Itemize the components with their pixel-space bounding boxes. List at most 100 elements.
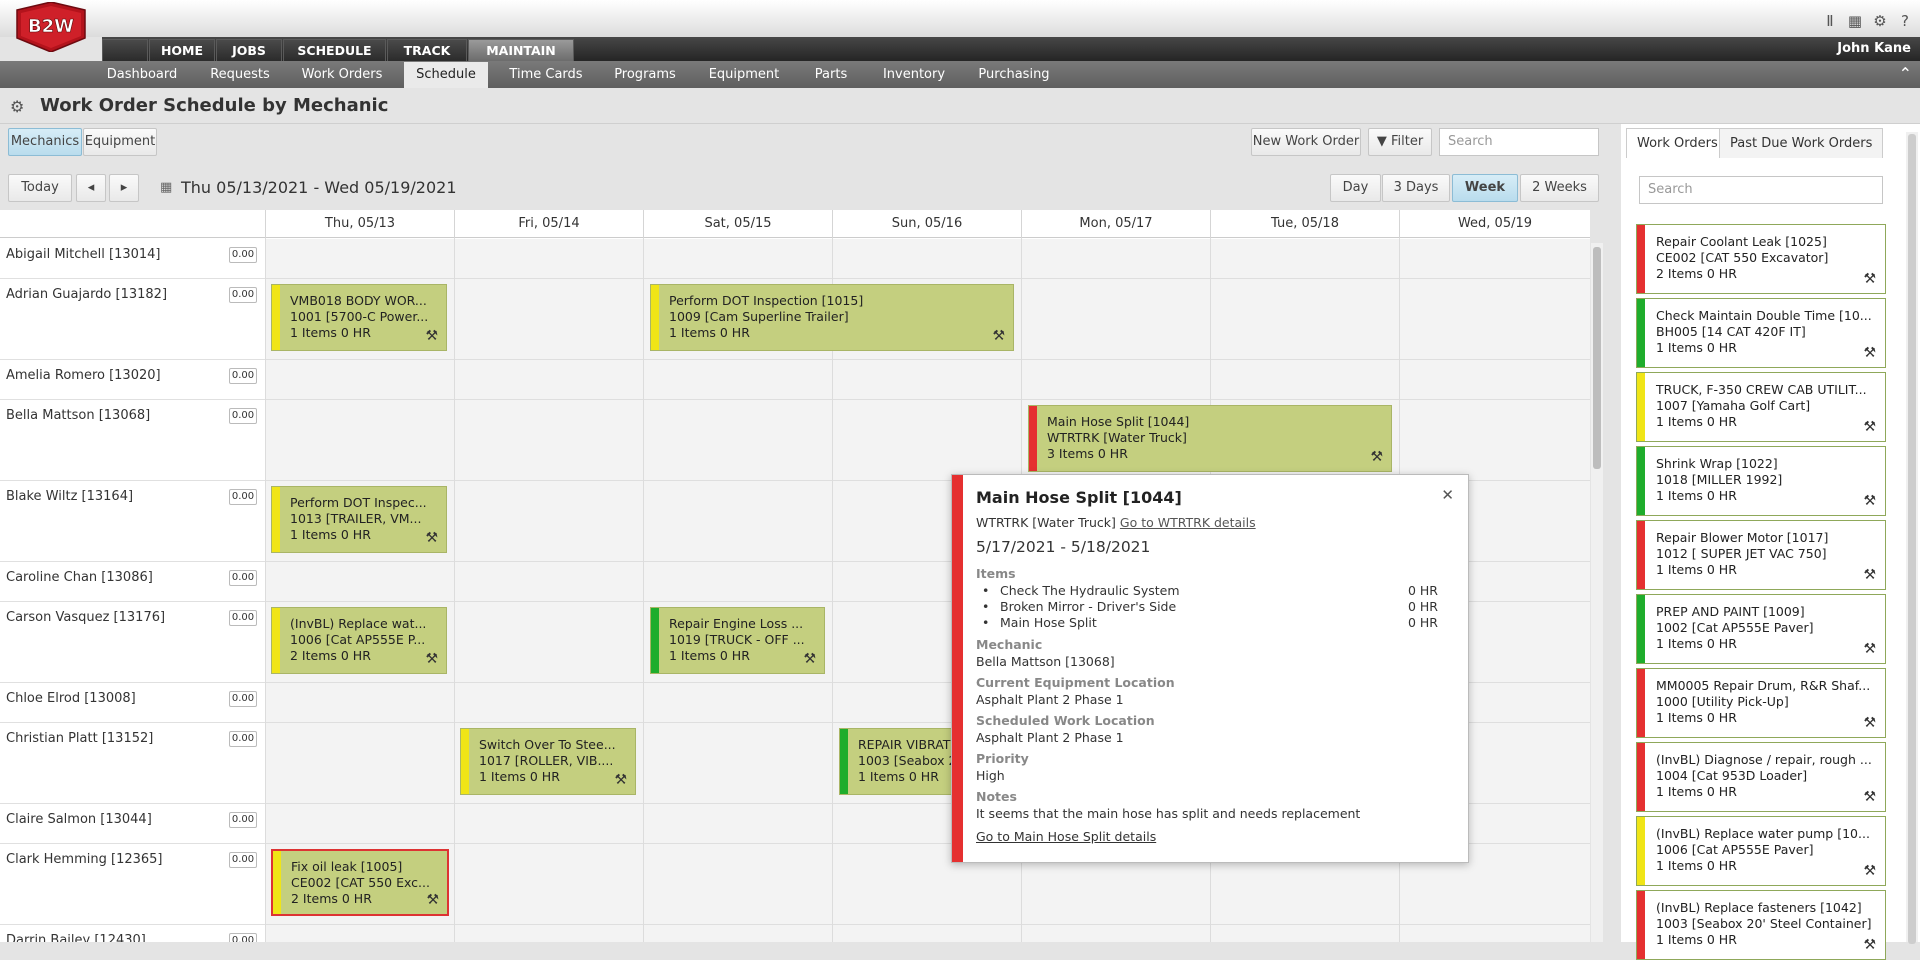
work-order-card[interactable]: Perform DOT Inspec... 1013 [TRAILER, VM..… [271, 486, 447, 553]
list-item[interactable]: Repair Coolant Leak [1025] CE002 [CAT 550… [1636, 224, 1886, 294]
mechanic-row[interactable]: Abigail Mitchell [13014] 0.00 [0, 239, 265, 279]
list-item[interactable]: TRUCK, F-350 CREW CAB UTILIT... 1007 [Yam… [1636, 372, 1886, 442]
hours-badge: 0.00 [229, 933, 257, 942]
list-item[interactable]: Repair Blower Motor [1017] 1012 [ SUPER J… [1636, 520, 1886, 590]
filter-button[interactable]: ▼ Filter [1368, 128, 1432, 156]
subnav-dashboard[interactable]: Dashboard [101, 62, 183, 88]
report-chart-icon[interactable]: ▦ [1847, 13, 1863, 29]
work-order-details-link[interactable]: Go to Main Hose Split details [976, 829, 1448, 844]
equipment-details-link[interactable]: Go to WTRTRK details [1120, 515, 1256, 530]
grid-scrollbar[interactable] [1591, 243, 1603, 942]
list-item[interactable]: (InvBL) Replace fasteners [1042] 1003 [Se… [1636, 890, 1886, 960]
panel-search-input[interactable]: Search [1639, 176, 1883, 204]
list-item[interactable]: MM0005 Repair Drum, R&R Shaf... 1000 [Uti… [1636, 668, 1886, 738]
tab-work-orders[interactable]: Work Orders [1626, 128, 1729, 158]
card-title: Perform DOT Inspection [1015] [669, 293, 864, 308]
nav-schedule[interactable]: SCHEDULE [283, 39, 386, 61]
list-item[interactable]: (InvBL) Diagnose / repair, rough ... 1004… [1636, 742, 1886, 812]
subnav-equipment[interactable]: Equipment [701, 62, 787, 88]
mechanics-toggle[interactable]: Mechanics [8, 128, 82, 156]
view-week-button[interactable]: Week [1452, 174, 1518, 202]
scrollbar-thumb[interactable] [1908, 134, 1916, 944]
priority-bar [952, 475, 963, 862]
date-range: Thu 05/13/2021 - Wed 05/19/2021 [181, 178, 457, 197]
subnav-requests[interactable]: Requests [199, 62, 281, 88]
list-item[interactable]: Check Maintain Double Time [10... BH005 [… [1636, 298, 1886, 368]
row-cells[interactable] [265, 239, 1590, 279]
subnav-schedule[interactable]: Schedule [404, 62, 488, 88]
top-bar: B2W Ⅱ ▦ ⚙ ? [0, 0, 1920, 52]
mechanic-row[interactable]: Darrin Bailey [12430] 0.00 [0, 925, 265, 942]
work-order-card[interactable]: Fix oil leak [1005] CE002 [CAT 550 Exc...… [271, 849, 449, 916]
nav-maintain[interactable]: MAINTAIN [468, 39, 574, 61]
view-day-button[interactable]: Day [1330, 174, 1381, 202]
notes-label: Notes [976, 789, 1017, 804]
wrench-icon: ⚒ [425, 328, 438, 344]
new-work-order-button[interactable]: New Work Order [1251, 128, 1361, 156]
mechanic-row[interactable]: Clark Hemming [12365] 0.00 [0, 844, 265, 925]
nav-home[interactable]: HOME [149, 39, 215, 61]
subnav-time-cards[interactable]: Time Cards [503, 62, 589, 88]
library-icon[interactable]: Ⅱ [1822, 13, 1838, 29]
search-input[interactable]: Search [1439, 128, 1599, 156]
priority-bar [1637, 225, 1645, 293]
hours-badge: 0.00 [229, 731, 257, 747]
mechanic-row[interactable]: Caroline Chan [13086] 0.00 [0, 562, 265, 602]
subnav-purchasing[interactable]: Purchasing [969, 62, 1059, 88]
list-item[interactable]: (InvBL) Replace water pump [10... 1006 [C… [1636, 816, 1886, 886]
mechanic-row[interactable]: Bella Mattson [13068] 0.00 [0, 400, 265, 481]
row-cells[interactable] [265, 360, 1590, 400]
tab-past-due[interactable]: Past Due Work Orders [1719, 128, 1884, 158]
priority-bar [1637, 521, 1645, 589]
wrench-icon: ⚒ [425, 530, 438, 546]
work-order-card[interactable]: Main Hose Split [1044] WTRTRK [Water Truc… [1028, 405, 1392, 472]
mechanic-row[interactable]: Claire Salmon [13044] 0.00 [0, 804, 265, 844]
card-title: (InvBL) Replace fasteners [1042] [1656, 900, 1862, 915]
scrollbar-thumb[interactable] [1593, 247, 1601, 469]
mechanic-row[interactable]: Amelia Romero [13020] 0.00 [0, 360, 265, 400]
help-icon[interactable]: ? [1897, 13, 1913, 29]
card-title: Repair Blower Motor [1017] [1656, 530, 1829, 545]
subnav-work-orders[interactable]: Work Orders [296, 62, 388, 88]
today-button[interactable]: Today [8, 174, 72, 202]
work-order-card[interactable]: Repair Engine Loss ... 1019 [TRUCK - OFF … [650, 607, 825, 674]
work-order-card[interactable]: Switch Over To Stee... 1017 [ROLLER, VIB.… [460, 728, 636, 795]
card-items: 2 Items 0 HR [1656, 266, 1737, 281]
user-name[interactable]: John Kane [1837, 39, 1911, 59]
collapse-chevron-icon[interactable]: ⌃ [1899, 64, 1912, 83]
equipment-toggle[interactable]: Equipment [83, 128, 157, 156]
priority-bar [1637, 447, 1645, 515]
work-order-card[interactable]: VMB018 BODY WOR... 1001 [5700-C Power... 1… [271, 284, 447, 351]
list-item[interactable]: Shrink Wrap [1022] 1018 [MILLER 1992] 1 It… [1636, 446, 1886, 516]
prev-week-button[interactable]: ◂ [76, 174, 106, 202]
mechanic-row[interactable]: Chloe Elrod [13008] 0.00 [0, 683, 265, 723]
next-week-button[interactable]: ▸ [109, 174, 139, 202]
list-item[interactable]: PREP AND PAINT [1009] 1002 [Cat AP555E Pa… [1636, 594, 1886, 664]
subnav-inventory[interactable]: Inventory [875, 62, 953, 88]
view-2weeks-button[interactable]: 2 Weeks [1520, 174, 1599, 202]
row-cells[interactable] [265, 925, 1590, 942]
nav-track[interactable]: TRACK [387, 39, 467, 61]
card-items: 1 Items 0 HR [479, 769, 560, 784]
subnav-programs[interactable]: Programs [605, 62, 685, 88]
card-equipment: 1018 [MILLER 1992] [1656, 472, 1783, 487]
mechanic-row[interactable]: Adrian Guajardo [13182] 0.00 [0, 279, 265, 360]
mechanic-row[interactable]: Christian Platt [13152] 0.00 [0, 723, 265, 804]
card-equipment: CE002 [CAT 550 Excavator] [1656, 250, 1829, 265]
b2w-logo[interactable]: B2W [9, 2, 93, 52]
priority-bar [272, 285, 280, 350]
mechanic-row[interactable]: Carson Vasquez [13176] 0.00 [0, 602, 265, 683]
wrench-icon: ⚒ [1863, 567, 1876, 583]
work-order-card[interactable]: Perform DOT Inspection [1015] 1009 [Cam S… [650, 284, 1014, 351]
subnav-parts[interactable]: Parts [803, 62, 859, 88]
logo-text: B2W [28, 16, 74, 37]
work-order-card[interactable]: (InvBL) Replace wat... 1006 [Cat AP555E P… [271, 607, 447, 674]
mechanic-row[interactable]: Blake Wiltz [13164] 0.00 [0, 481, 265, 562]
panel-splitter[interactable] [1612, 124, 1618, 942]
nav-jobs[interactable]: JOBS [216, 39, 282, 61]
gear-icon[interactable]: ⚙ [1872, 13, 1888, 29]
panel-scrollbar[interactable] [1906, 132, 1918, 944]
view-3days-button[interactable]: 3 Days [1382, 174, 1450, 202]
priority-bar [273, 851, 281, 914]
card-items: 1 Items 0 HR [1656, 340, 1737, 355]
